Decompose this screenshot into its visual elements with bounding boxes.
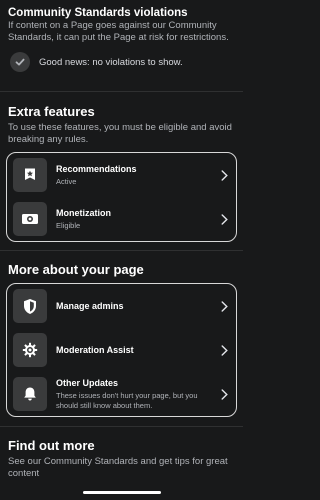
bell-icon: [13, 377, 47, 411]
check-icon: [10, 52, 30, 72]
recommendations-label: Recommendations: [56, 163, 137, 174]
community-standards-description: If content on a Page goes against our Co…: [8, 20, 229, 43]
moderation-assist-row[interactable]: Moderation Assist: [13, 328, 230, 372]
other-updates-label: Other Updates: [56, 378, 119, 388]
more-about-card: Manage admins Moderation Assist Other Up…: [6, 283, 237, 417]
extra-features-section: Extra features To use these features, yo…: [0, 104, 243, 242]
monetization-label: Monetization: [56, 207, 111, 218]
good-news-text: Good news: no violations to show.: [39, 56, 183, 68]
good-news-row: Good news: no violations to show.: [8, 52, 235, 72]
find-out-more-title: Find out more: [8, 438, 95, 453]
chevron-right-icon: [218, 213, 230, 225]
gear-icon: [13, 333, 47, 367]
money-icon: [13, 202, 47, 236]
divider: [0, 426, 243, 427]
chevron-right-icon: [218, 169, 230, 181]
chevron-right-icon: [218, 300, 230, 312]
shield-icon: [13, 289, 47, 323]
home-indicator[interactable]: [82, 491, 161, 494]
monetization-row[interactable]: Monetization Eligible: [13, 197, 230, 241]
manage-admins-label: Manage admins: [56, 300, 124, 311]
monetization-status: Eligible: [56, 220, 81, 230]
extra-features-card: Recommendations Active Monetization Elig…: [6, 152, 237, 242]
other-updates-row[interactable]: Other Updates These issues don't hurt yo…: [13, 372, 230, 416]
moderation-assist-label: Moderation Assist: [56, 344, 134, 355]
star-badge-icon: [13, 158, 47, 192]
chevron-right-icon: [218, 388, 230, 400]
community-standards-title: Community Standards violations: [8, 7, 188, 19]
find-out-more-description: See our Community Standards and get tips…: [8, 456, 228, 479]
divider: [0, 91, 243, 92]
more-about-title: More about your page: [8, 262, 144, 277]
recommendations-status: Active: [56, 176, 77, 186]
extra-features-title: Extra features: [8, 104, 95, 119]
other-updates-subtitle: These issues don't hurt your page, but y…: [56, 391, 198, 410]
find-out-more-section[interactable]: Find out more See our Community Standard…: [0, 438, 243, 480]
chevron-right-icon: [218, 344, 230, 356]
divider: [0, 250, 243, 251]
manage-admins-row[interactable]: Manage admins: [13, 284, 230, 328]
extra-features-description: To use these features, you must be eligi…: [8, 122, 232, 145]
recommendations-row[interactable]: Recommendations Active: [13, 153, 230, 197]
more-about-section: More about your page Manage admins Moder…: [0, 262, 243, 417]
community-standards-section: Community Standards violations If conten…: [0, 6, 243, 72]
